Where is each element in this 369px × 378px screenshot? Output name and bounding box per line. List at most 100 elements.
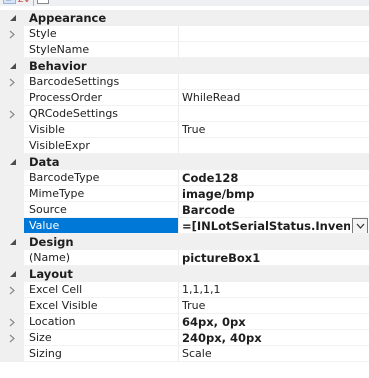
property-name: StyleName bbox=[29, 43, 90, 56]
category-label: Data bbox=[29, 155, 60, 169]
dropdown-button[interactable] bbox=[352, 218, 368, 234]
column-divider bbox=[178, 346, 179, 362]
property-name: VisibleExpr bbox=[29, 139, 90, 152]
row-margin bbox=[0, 202, 24, 218]
property-name: Location bbox=[29, 315, 76, 328]
category-label: Appearance bbox=[29, 11, 107, 25]
collapse-chevron-icon[interactable] bbox=[4, 58, 20, 74]
property-row[interactable]: Excel Visible True bbox=[0, 298, 369, 314]
property-value[interactable]: pictureBox1 bbox=[182, 250, 369, 266]
property-grid-toolbar: ≡ Z↓ bbox=[0, 0, 369, 6]
toolbar-separator bbox=[33, 0, 34, 6]
row-margin bbox=[0, 298, 24, 314]
category-row-behavior[interactable]: Behavior bbox=[0, 58, 369, 74]
row-gridline bbox=[24, 361, 369, 362]
property-value[interactable]: Scale bbox=[182, 346, 369, 362]
property-name: Sizing bbox=[29, 347, 62, 360]
property-row[interactable]: BarcodeSettings bbox=[0, 74, 369, 90]
column-divider bbox=[178, 250, 179, 266]
column-divider bbox=[178, 122, 179, 138]
expand-chevron-icon[interactable] bbox=[4, 314, 20, 330]
property-row[interactable]: Size 240px, 40px bbox=[0, 330, 369, 346]
collapse-chevron-icon[interactable] bbox=[4, 10, 20, 26]
row-margin bbox=[0, 218, 24, 234]
property-row[interactable]: Style bbox=[0, 26, 369, 42]
property-value[interactable]: 64px, 0px bbox=[182, 314, 369, 330]
column-divider bbox=[178, 298, 179, 314]
column-divider bbox=[178, 106, 179, 122]
row-margin bbox=[0, 122, 24, 138]
row-margin bbox=[0, 250, 24, 266]
property-row[interactable]: (Name) pictureBox1 bbox=[0, 250, 369, 266]
property-grid: Appearance Style StyleName Behavior BarcodeS… bbox=[0, 10, 369, 362]
property-name: Size bbox=[29, 331, 52, 344]
property-row[interactable]: Excel Cell 1,1,1,1 bbox=[0, 282, 369, 298]
column-divider bbox=[178, 202, 179, 218]
property-row[interactable]: Value=[INLotSerialStatus.InventoryI bbox=[0, 218, 369, 234]
row-margin bbox=[0, 170, 24, 186]
property-row[interactable]: MimeType image/bmp bbox=[0, 186, 369, 202]
property-row[interactable]: Location 64px, 0px bbox=[0, 314, 369, 330]
categorized-icon: ≡ bbox=[5, 0, 12, 3]
expand-chevron-icon[interactable] bbox=[4, 106, 20, 122]
property-value[interactable]: 240px, 40px bbox=[182, 330, 369, 346]
category-row-design[interactable]: Design bbox=[0, 234, 369, 250]
column-divider bbox=[178, 314, 179, 330]
row-margin bbox=[0, 138, 24, 154]
row-margin bbox=[0, 42, 24, 58]
column-divider bbox=[178, 90, 179, 106]
property-value[interactable]: True bbox=[182, 298, 369, 314]
property-value[interactable]: WhileRead bbox=[182, 90, 369, 106]
property-pages-button[interactable] bbox=[37, 0, 49, 4]
property-name: Excel Cell bbox=[29, 283, 83, 296]
property-row[interactable]: Source Barcode bbox=[0, 202, 369, 218]
property-row[interactable]: Sizing Scale bbox=[0, 346, 369, 362]
property-value[interactable]: Barcode bbox=[182, 202, 369, 218]
property-name: QRCodeSettings bbox=[29, 107, 119, 120]
category-label: Behavior bbox=[29, 59, 87, 73]
property-name: BarcodeSettings bbox=[29, 75, 120, 88]
category-row-appearance[interactable]: Appearance bbox=[0, 10, 369, 26]
property-name: ProcessOrder bbox=[29, 91, 102, 104]
column-divider bbox=[178, 186, 179, 202]
property-name: (Name) bbox=[29, 251, 71, 264]
expand-chevron-icon[interactable] bbox=[4, 26, 20, 42]
property-name: BarcodeType bbox=[29, 171, 100, 184]
property-value[interactable]: =[INLotSerialStatus.InventoryI bbox=[182, 218, 350, 234]
property-name: Source bbox=[29, 203, 67, 216]
property-name: Style bbox=[29, 27, 57, 40]
property-value[interactable]: True bbox=[182, 122, 369, 138]
category-row-data[interactable]: Data bbox=[0, 154, 369, 170]
collapse-chevron-icon[interactable] bbox=[4, 154, 20, 170]
property-row[interactable]: VisibleExpr bbox=[0, 138, 369, 154]
collapse-chevron-icon[interactable] bbox=[4, 234, 20, 250]
property-name: Value bbox=[24, 218, 178, 234]
category-label: Design bbox=[29, 235, 74, 249]
property-name: MimeType bbox=[29, 187, 85, 200]
collapse-chevron-icon[interactable] bbox=[4, 266, 20, 282]
categorized-view-button[interactable]: ≡ bbox=[3, 0, 16, 4]
category-row-layout[interactable]: Layout bbox=[0, 266, 369, 282]
expand-chevron-icon[interactable] bbox=[4, 282, 20, 298]
property-value[interactable]: Code128 bbox=[182, 170, 369, 186]
property-row[interactable]: ProcessOrder WhileRead bbox=[0, 90, 369, 106]
property-row[interactable]: BarcodeType Code128 bbox=[0, 170, 369, 186]
column-divider bbox=[178, 138, 179, 154]
alphabetical-view-button[interactable]: Z↓ bbox=[18, 0, 31, 4]
row-margin bbox=[0, 346, 24, 362]
column-divider bbox=[178, 282, 179, 298]
category-label: Layout bbox=[29, 267, 73, 281]
column-divider bbox=[178, 218, 179, 234]
row-margin bbox=[0, 90, 24, 106]
property-value[interactable]: 1,1,1,1 bbox=[182, 282, 369, 298]
column-divider bbox=[178, 170, 179, 186]
property-value[interactable]: image/bmp bbox=[182, 186, 369, 202]
column-divider bbox=[178, 26, 179, 42]
column-divider bbox=[178, 74, 179, 90]
expand-chevron-icon[interactable] bbox=[4, 74, 20, 90]
property-row[interactable]: Visible True bbox=[0, 122, 369, 138]
property-row[interactable]: StyleName bbox=[0, 42, 369, 58]
column-divider bbox=[178, 330, 179, 346]
property-row[interactable]: QRCodeSettings bbox=[0, 106, 369, 122]
expand-chevron-icon[interactable] bbox=[4, 330, 20, 346]
